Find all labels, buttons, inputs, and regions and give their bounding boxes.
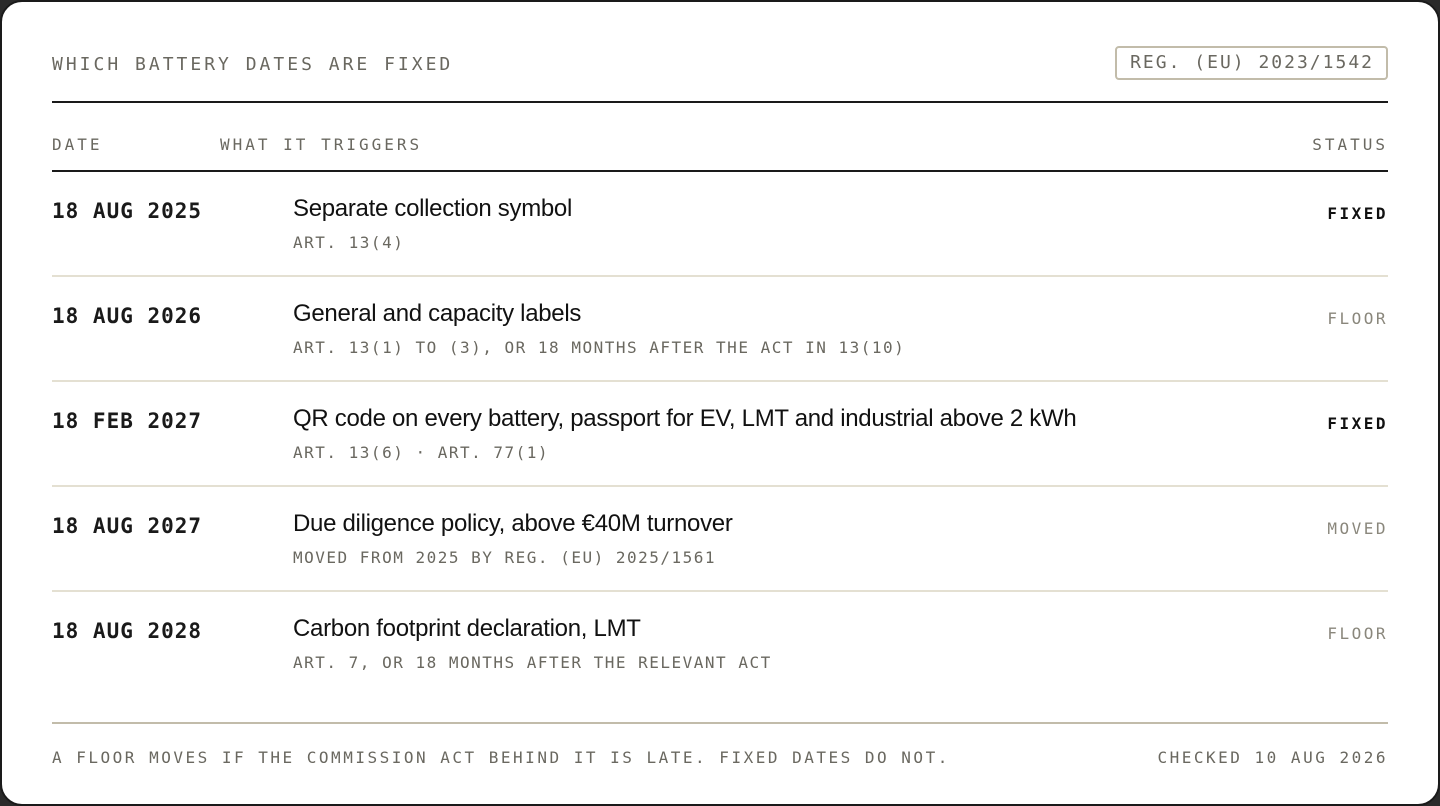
card-header: WHICH BATTERY DATES ARE FIXED REG. (EU) … [52,46,1388,103]
row-title: Carbon footprint declaration, LMT [293,615,641,642]
status-badge: FLOOR [1327,624,1388,643]
status-badge: FLOOR [1327,309,1388,328]
table-header: DATE WHAT IT TRIGGERS STATUS [52,102,1388,172]
row-reference: ART. 13(1) TO (3), OR 18 MONTHS AFTER TH… [293,338,906,357]
row-title: General and capacity labels [293,300,582,327]
column-header-what: WHAT IT TRIGGERS [220,135,423,154]
row-reference: ART. 7, OR 18 MONTHS AFTER THE RELEVANT … [293,653,772,672]
battery-dates-card: WHICH BATTERY DATES ARE FIXED REG. (EU) … [0,0,1440,806]
table-row: 18 AUG 2026 General and capacity labels … [52,277,1388,382]
row-title: Separate collection symbol [293,195,573,222]
table-row: 18 AUG 2028 Carbon footprint declaration… [52,592,1388,695]
column-header-status: STATUS [1312,135,1388,154]
table-row: 18 FEB 2027 QR code on every battery, pa… [52,382,1388,487]
row-title: QR code on every battery, passport for E… [293,405,1077,432]
card-footer: A FLOOR MOVES IF THE COMMISSION ACT BEHI… [52,722,1388,784]
row-date: 18 FEB 2027 [52,409,203,433]
table-row: 18 AUG 2025 Separate collection symbol A… [52,172,1388,277]
row-reference: ART. 13(4) [293,233,405,252]
card-title: WHICH BATTERY DATES ARE FIXED [52,54,454,75]
row-reference: ART. 13(6) · ART. 77(1) [293,443,550,462]
row-date: 18 AUG 2028 [52,619,203,643]
row-date: 18 AUG 2027 [52,514,203,538]
row-reference: MOVED FROM 2025 BY REG. (EU) 2025/1561 [293,548,717,567]
row-date: 18 AUG 2025 [52,199,203,223]
row-title: Due diligence policy, above €40M turnove… [293,510,733,537]
footer-note: A FLOOR MOVES IF THE COMMISSION ACT BEHI… [52,748,950,767]
status-badge: FIXED [1327,414,1388,433]
row-date: 18 AUG 2026 [52,304,203,328]
checked-date: CHECKED 10 AUG 2026 [1157,748,1388,767]
column-header-date: DATE [52,135,103,154]
table-body: 18 AUG 2025 Separate collection symbol A… [52,172,1388,695]
status-badge: MOVED [1327,519,1388,538]
table-row: 18 AUG 2027 Due diligence policy, above … [52,487,1388,592]
regulation-badge: REG. (EU) 2023/1542 [1115,46,1388,80]
status-badge: FIXED [1327,204,1388,223]
